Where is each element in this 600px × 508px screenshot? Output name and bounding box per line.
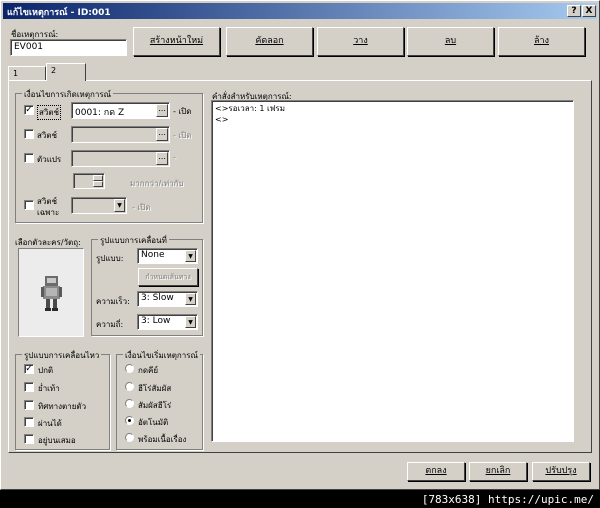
switch1-select[interactable]: 0001: กด Z ...	[71, 102, 170, 119]
option-label: ทิศทางตายตัว	[38, 402, 87, 411]
ok-button[interactable]: ตกลง	[407, 462, 465, 481]
move-type-label: รูปแบบ:	[96, 254, 124, 263]
option-checkbox[interactable]	[24, 417, 34, 427]
character-sprite-icon	[41, 276, 62, 311]
trigger-radio[interactable]	[125, 382, 134, 391]
switch1-browse-icon[interactable]: ...	[156, 104, 168, 117]
switch1-label: สวิตช์	[37, 105, 61, 120]
move-route-button[interactable]: กำหนดเส้นทาง	[138, 268, 198, 286]
title-bar[interactable]: แก้ไขเหตุการณ์ - ID:001 ? X	[3, 3, 597, 19]
commands-list[interactable]: <>รอเวลา: 1 เฟรม <>	[211, 100, 574, 442]
option-label: อยู่บนเสมอ	[38, 436, 76, 445]
conditions-title: เงื่อนไขการเกิดเหตุการณ์	[22, 88, 114, 101]
new-page-button[interactable]: สร้างหน้าใหม่	[133, 27, 220, 56]
chevron-down-icon[interactable]: ▼	[185, 293, 196, 305]
watermark-text: [783x638] https://upic.me/	[421, 493, 594, 506]
option-checkbox[interactable]	[24, 382, 34, 392]
trigger-label: สัมผัสฮีโร่	[138, 401, 172, 410]
chevron-down-icon[interactable]: ▼	[114, 199, 125, 212]
variable-checkbox[interactable]	[24, 153, 34, 163]
trigger-radio[interactable]	[125, 364, 134, 373]
variable-value-spinner[interactable]	[73, 173, 105, 189]
delete-page-button[interactable]: ลบ	[407, 27, 494, 56]
close-button[interactable]: X	[582, 5, 596, 17]
movement-title: รูปแบบการเคลื่อนที่	[98, 234, 169, 247]
variable-compare-label: มากกว่า/เท่ากับ	[130, 179, 184, 188]
apply-button[interactable]: ปรับปรุง	[532, 462, 590, 481]
command-line[interactable]: <>	[215, 114, 570, 125]
chevron-down-icon[interactable]: ▼	[185, 316, 196, 328]
trigger-radio[interactable]	[125, 433, 134, 442]
tab-page-1[interactable]: 1	[8, 66, 46, 81]
trigger-label: ฮีโร่สัมผัส	[138, 384, 172, 393]
move-type-value: None	[141, 250, 165, 260]
trigger-radio-selected[interactable]	[125, 416, 134, 425]
move-freq-select[interactable]: 3: Low ▼	[137, 314, 198, 330]
trigger-radio[interactable]	[125, 399, 134, 408]
option-label: ผ่านได้	[38, 419, 62, 428]
switch2-browse-icon[interactable]: ...	[156, 128, 168, 141]
option-label: ปกติ	[38, 366, 54, 375]
switch2-checkbox[interactable]	[24, 129, 34, 139]
tab-page-2[interactable]: 2	[46, 63, 86, 81]
command-line[interactable]: <>รอเวลา: 1 เฟรม	[215, 103, 570, 114]
window-title: แก้ไขเหตุการณ์ - ID:001	[7, 8, 111, 18]
variable-suffix: -	[173, 153, 176, 162]
trigger-label: พร้อมเนื้อเรื่อง	[138, 435, 187, 444]
help-button[interactable]: ?	[567, 5, 581, 17]
switch1-checkbox[interactable]: ✓	[24, 105, 34, 115]
cancel-button[interactable]: ยกเลิก	[469, 462, 527, 481]
clear-page-button[interactable]: ล้าง	[498, 27, 585, 56]
self-switch-suffix: - เปิด	[132, 203, 151, 212]
trigger-label: กดคีย์	[138, 366, 159, 375]
move-speed-value: 3: Slow	[141, 293, 174, 303]
option-checkbox[interactable]: ✓	[24, 364, 34, 374]
switch2-select[interactable]: ...	[71, 126, 170, 143]
copy-page-button[interactable]: คัดลอก	[226, 27, 313, 56]
event-editor-window: แก้ไขเหตุการณ์ - ID:001 ? X ชื่อเหตุการณ…	[0, 0, 600, 490]
variable-browse-icon[interactable]: ...	[156, 152, 168, 165]
switch2-label: สวิตช์	[37, 131, 57, 140]
variable-label: ตัวแปร	[37, 155, 62, 164]
graphic-preview[interactable]	[18, 248, 84, 337]
variable-select[interactable]: ...	[71, 150, 170, 167]
chevron-down-icon[interactable]: ▼	[185, 250, 196, 262]
self-switch-checkbox[interactable]	[24, 200, 34, 210]
move-type-select[interactable]: None ▼	[137, 248, 198, 264]
self-switch-select[interactable]: ▼	[71, 197, 127, 214]
options-title: รูปแบบการเคลื่อนไหว	[22, 349, 102, 362]
switch2-suffix: - เปิด	[173, 131, 192, 140]
trigger-label: อัตโนมัติ	[138, 418, 169, 427]
switch1-suffix: - เปิด	[173, 107, 192, 116]
move-speed-label: ความเร็ว:	[96, 297, 130, 306]
spin-down-icon[interactable]	[93, 181, 103, 187]
option-label: ย่ำเท้า	[38, 384, 60, 393]
switch1-value: 0001: กด Z	[75, 108, 125, 118]
self-switch-label-2: เฉพาะ	[37, 208, 60, 217]
trigger-title: เงื่อนไขเริ่มเหตุการณ์	[123, 349, 200, 362]
move-freq-value: 3: Low	[141, 316, 171, 326]
move-speed-select[interactable]: 3: Slow ▼	[137, 291, 198, 307]
event-name-input[interactable]: EV001	[10, 39, 127, 56]
option-checkbox[interactable]	[24, 434, 34, 444]
paste-page-button[interactable]: วาง	[317, 27, 404, 56]
move-freq-label: ความถี่:	[96, 320, 124, 329]
radio-dot-icon	[128, 419, 131, 422]
option-checkbox[interactable]	[24, 400, 34, 410]
